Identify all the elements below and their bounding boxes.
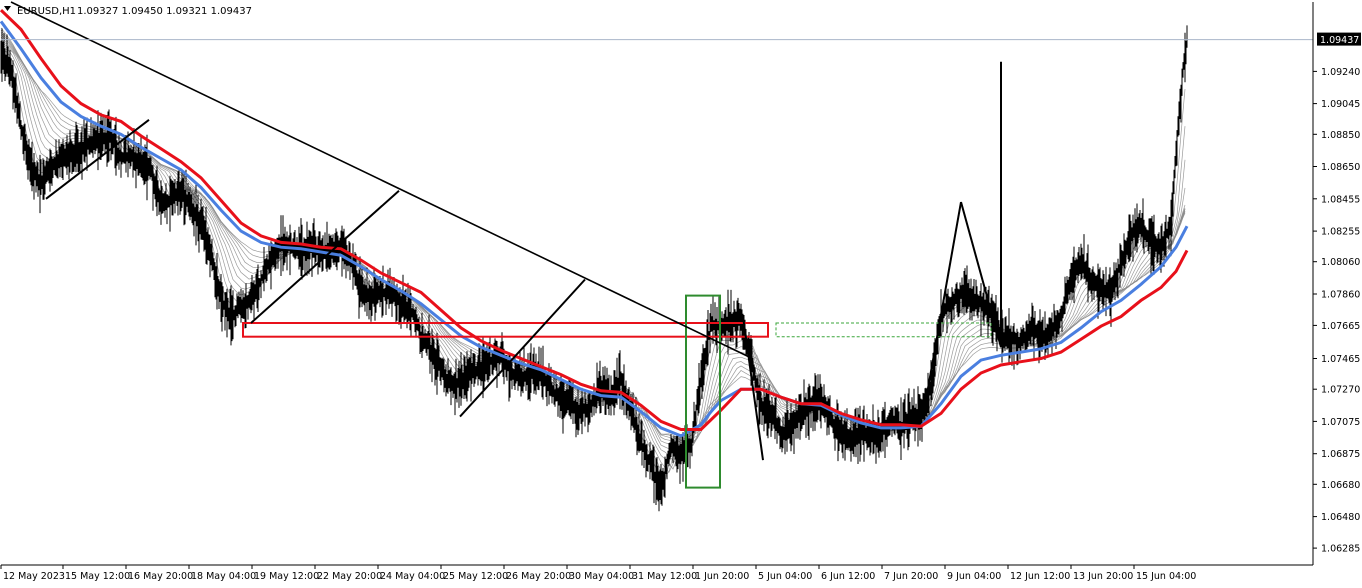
x-tick-label: 12 May 2023 — [3, 571, 65, 582]
chart-window: 1.09240 1.09045 1.08850 1.08650 1.08455 1.082… — [0, 0, 1362, 584]
x-tick-label: 7 Jun 20:00 — [884, 571, 938, 582]
y-tick-label: 1.09240 — [1321, 67, 1360, 78]
chart-background — [0, 0, 1362, 584]
y-tick-label: 1.06480 — [1321, 512, 1360, 523]
price-chart: 1.09240 1.09045 1.08850 1.08650 1.08455 1.082… — [0, 0, 1362, 584]
x-tick-label: 12 Jun 12:00 — [1010, 571, 1070, 582]
y-tick-label: 1.08650 — [1321, 162, 1360, 173]
x-tick-label: 22 May 20:00 — [317, 571, 382, 582]
price-tag-label: 1.09437 — [1320, 35, 1359, 46]
symbol-label: EURUSD,H1 — [17, 6, 76, 17]
x-tick-label: 25 May 12:00 — [443, 571, 508, 582]
x-tick-label: 19 May 12:00 — [254, 571, 319, 582]
ohlc-readout: 1.09327 1.09450 1.09321 1.09437 — [77, 6, 252, 17]
x-tick-label: 18 May 04:00 — [191, 571, 256, 582]
x-tick-label: 1 Jun 20:00 — [695, 571, 749, 582]
x-tick-label: 16 May 20:00 — [128, 571, 193, 582]
x-tick-label: 15 Jun 04:00 — [1136, 571, 1196, 582]
y-tick-label: 1.09045 — [1321, 99, 1360, 110]
y-tick-label: 1.08255 — [1321, 227, 1360, 238]
x-tick-label: 26 May 20:00 — [506, 571, 571, 582]
y-tick-label: 1.08060 — [1321, 257, 1360, 268]
x-tick-label: 13 Jun 20:00 — [1073, 571, 1133, 582]
y-tick-label: 1.06875 — [1321, 449, 1360, 460]
x-tick-label: 24 May 04:00 — [380, 571, 445, 582]
x-tick-label: 9 Jun 04:00 — [947, 571, 1001, 582]
x-tick-label: 5 Jun 04:00 — [758, 571, 812, 582]
x-tick-label: 31 May 12:00 — [632, 571, 697, 582]
y-tick-label: 1.08455 — [1321, 194, 1360, 205]
x-tick-label: 30 May 04:00 — [569, 571, 634, 582]
y-tick-label: 1.07465 — [1321, 354, 1360, 365]
y-tick-label: 1.07270 — [1321, 385, 1360, 396]
y-tick-label: 1.07665 — [1321, 321, 1360, 332]
y-tick-label: 1.06680 — [1321, 480, 1360, 491]
y-tick-label: 1.06285 — [1321, 544, 1360, 555]
y-tick-label: 1.08850 — [1321, 130, 1360, 141]
x-tick-label: 15 May 12:00 — [65, 571, 130, 582]
y-tick-label: 1.07075 — [1321, 417, 1360, 428]
y-tick-label: 1.07860 — [1321, 290, 1360, 301]
x-tick-label: 6 Jun 12:00 — [821, 571, 875, 582]
